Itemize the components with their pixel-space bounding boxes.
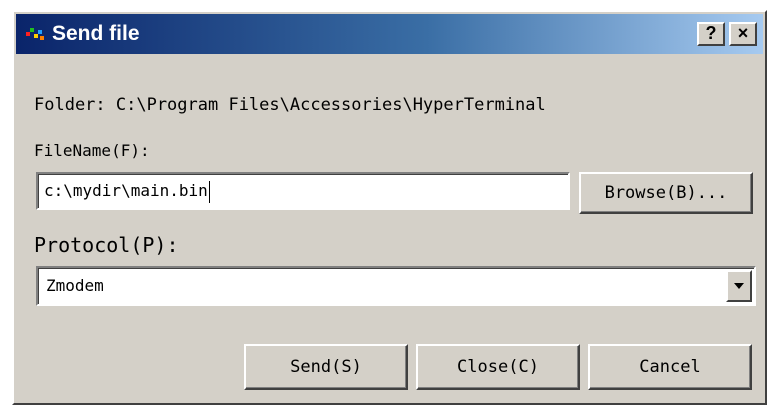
chevron-down-icon xyxy=(734,283,744,289)
protocol-dropdown-button[interactable] xyxy=(726,270,752,302)
window-title: Send file xyxy=(52,22,140,45)
close-button[interactable]: Close(C) xyxy=(416,344,580,390)
filename-label: FileName(F): xyxy=(34,141,150,160)
close-window-button[interactable]: × xyxy=(729,22,757,46)
protocol-selected-value: Zmodem xyxy=(46,276,104,295)
cancel-button[interactable]: Cancel xyxy=(588,344,752,390)
hyperterminal-icon xyxy=(26,26,46,42)
protocol-select[interactable]: Zmodem xyxy=(36,266,756,306)
text-caret xyxy=(208,180,210,203)
browse-button[interactable]: Browse(B)... xyxy=(579,172,753,214)
protocol-label: Protocol(P): xyxy=(34,233,179,257)
filename-input-value: c:\mydir\main.bin xyxy=(44,181,208,200)
title-bar[interactable]: Send file ? × xyxy=(16,14,763,54)
help-button[interactable]: ? xyxy=(697,22,725,46)
filename-input[interactable]: c:\mydir\main.bin xyxy=(36,172,570,210)
send-button[interactable]: Send(S) xyxy=(244,344,408,390)
send-file-dialog: Send file ? × Folder: C:\Program Files\A… xyxy=(12,10,767,405)
folder-path-label: Folder: C:\Program Files\Accessories\Hyp… xyxy=(34,95,546,115)
